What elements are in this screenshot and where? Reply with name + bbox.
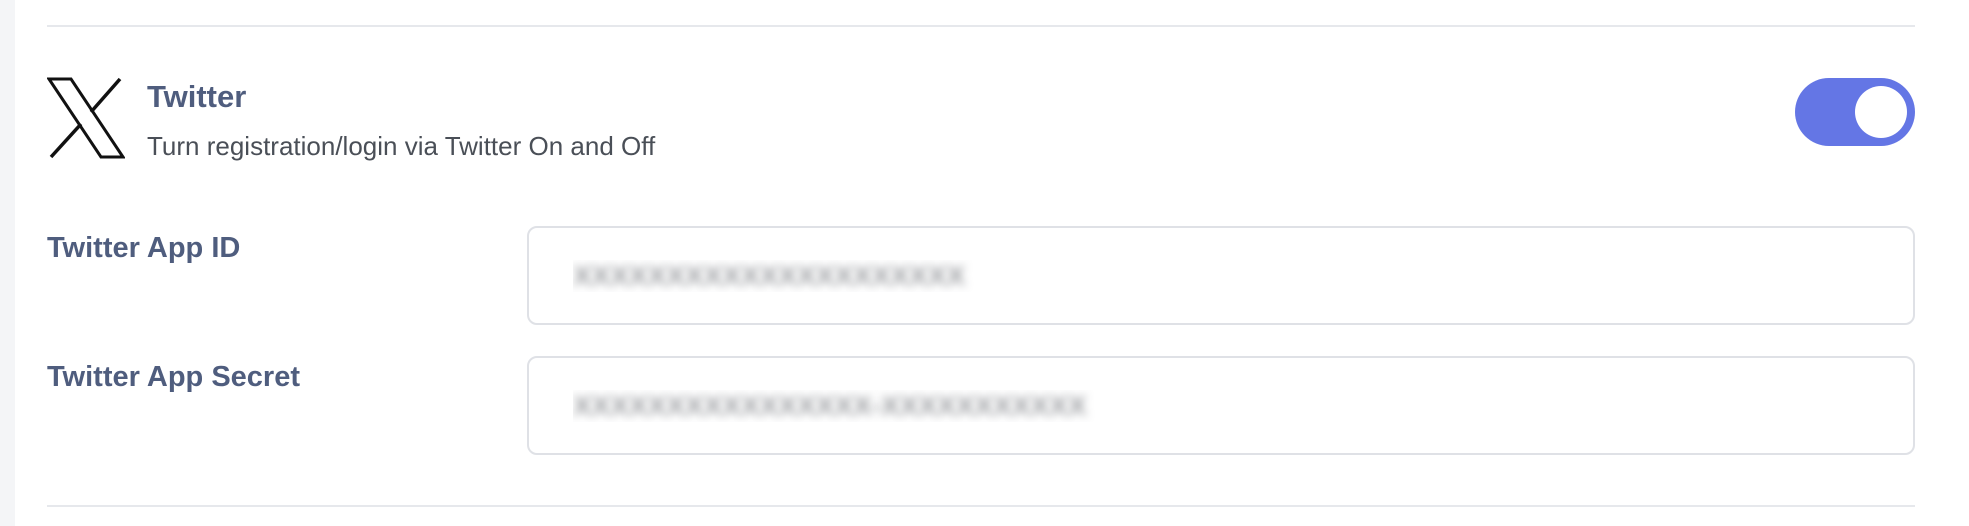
twitter-app-secret-label: Twitter App Secret <box>47 361 300 393</box>
toggle-knob <box>1855 86 1907 138</box>
service-title: Twitter <box>147 79 247 114</box>
twitter-app-id-label: Twitter App ID <box>47 232 241 264</box>
twitter-login-toggle[interactable] <box>1795 78 1915 146</box>
settings-card: Twitter Turn registration/login via Twit… <box>15 0 1969 526</box>
section-divider-top <box>47 25 1915 27</box>
service-description: Turn registration/login via Twitter On a… <box>147 131 656 161</box>
twitter-app-secret-input[interactable] <box>527 356 1915 455</box>
section-divider-bottom <box>47 505 1915 507</box>
x-logo-icon <box>47 77 125 159</box>
twitter-app-id-input[interactable] <box>527 226 1915 325</box>
